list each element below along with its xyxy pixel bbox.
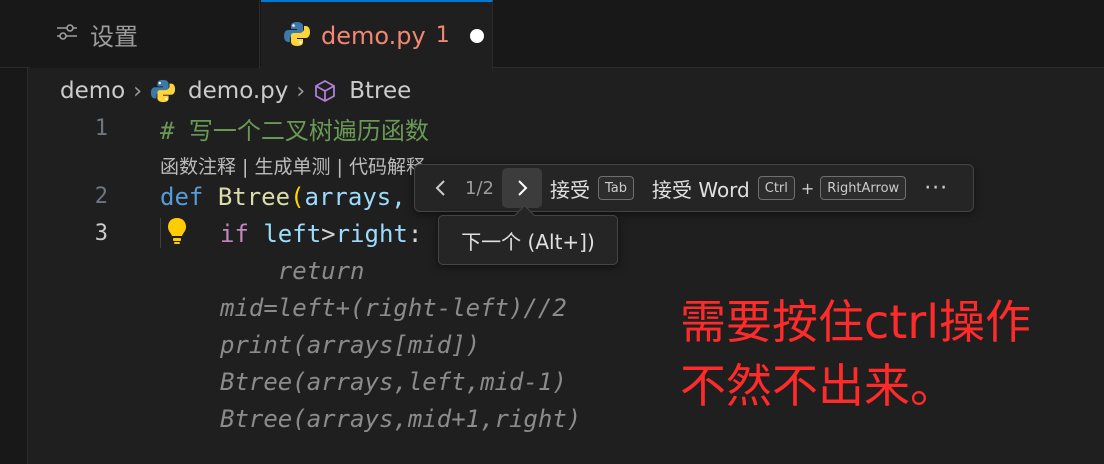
ghost-text: print(arrays[mid]) (220, 330, 481, 359)
ghost-text: return (220, 256, 365, 285)
tab-settings-label: 设置 (90, 22, 138, 51)
more-actions-icon[interactable]: ··· (924, 176, 948, 201)
activity-bar-edge (0, 68, 28, 464)
breadcrumb: demo › demo.py › Btree (60, 74, 411, 108)
keyword-def: def (160, 182, 204, 211)
keybinding-ctrl: Ctrl (757, 176, 795, 200)
chevron-right-icon (518, 180, 528, 196)
chevron-left-icon (435, 180, 445, 196)
inline-suggestion-toolbar: 1/2 接受 Tab 接受 Word Ctrl + RightArrow ··· (414, 164, 974, 212)
codelens-actions[interactable]: 函数注释 | 生成单测 | 代码解释 (160, 152, 425, 178)
breadcrumb-symbol[interactable]: Btree (349, 78, 411, 104)
ghost-text: Btree(arrays,left,mid-1) (220, 367, 567, 396)
suggestion-counter: 1/2 (465, 177, 494, 199)
code-comment: # 写一个二叉树遍历函数 (160, 117, 429, 145)
code-line-1[interactable]: 1 # 写一个二叉树遍历函数 (28, 110, 1104, 147)
symbol-class-cube-icon (313, 79, 337, 103)
ghost-text: mid=left+(right-left)//2 (220, 293, 567, 322)
unsaved-dot-icon[interactable] (469, 28, 484, 43)
problem-count-badge: 1 (435, 23, 450, 48)
tab-demo-py[interactable]: demo.py 1 (261, 0, 493, 69)
line-number: 3 (94, 221, 108, 246)
var-right: right (335, 219, 408, 248)
operator-gt: > (321, 219, 336, 248)
annotation-line-2: 不然不出来。 (680, 359, 956, 413)
code-if-line: if left>right: (220, 220, 422, 248)
accept-word-button[interactable]: 接受 Word (652, 174, 750, 203)
breadcrumb-file[interactable]: demo.py (188, 78, 288, 104)
keybinding-plus: + (800, 178, 815, 198)
previous-suggestion-button[interactable] (421, 168, 461, 208)
annotation-line-1: 需要按住ctrl操作 (680, 295, 1032, 349)
param-arrays: arrays, (304, 182, 406, 211)
keybinding-tab: Tab (597, 176, 634, 200)
settings-sliders-icon (56, 22, 78, 46)
keybinding-rightarrow: RightArrow (820, 176, 907, 200)
tab-bar: 设置 demo.py 1 (0, 0, 1104, 69)
chevron-right-icon: › (296, 78, 306, 104)
code-def-line: def Btree(arrays, (160, 183, 406, 211)
colon: : (407, 219, 423, 248)
tab-settings[interactable]: 设置 (30, 0, 260, 68)
open-paren: ( (290, 182, 305, 211)
chevron-right-icon: › (133, 78, 143, 104)
var-left: left (263, 219, 322, 248)
next-suggestion-tooltip: 下一个 (Alt+]) (438, 215, 618, 265)
ghost-text: Btree(arrays,mid+1,right) (220, 404, 582, 433)
annotation-note: 需要按住ctrl操作 不然不出来。 (680, 290, 1031, 418)
python-icon (150, 78, 176, 104)
keyword-if: if (220, 219, 249, 248)
python-icon (283, 20, 311, 52)
next-suggestion-button[interactable] (501, 168, 542, 208)
function-name: Btree (217, 182, 291, 211)
line-number: 2 (94, 184, 108, 209)
tooltip-text: 下一个 (Alt+]) (461, 229, 595, 254)
breadcrumb-folder[interactable]: demo (60, 78, 125, 104)
accept-button[interactable]: 接受 (550, 174, 590, 203)
tab-demo-label: demo.py (321, 21, 426, 50)
line-number: 1 (94, 116, 108, 141)
